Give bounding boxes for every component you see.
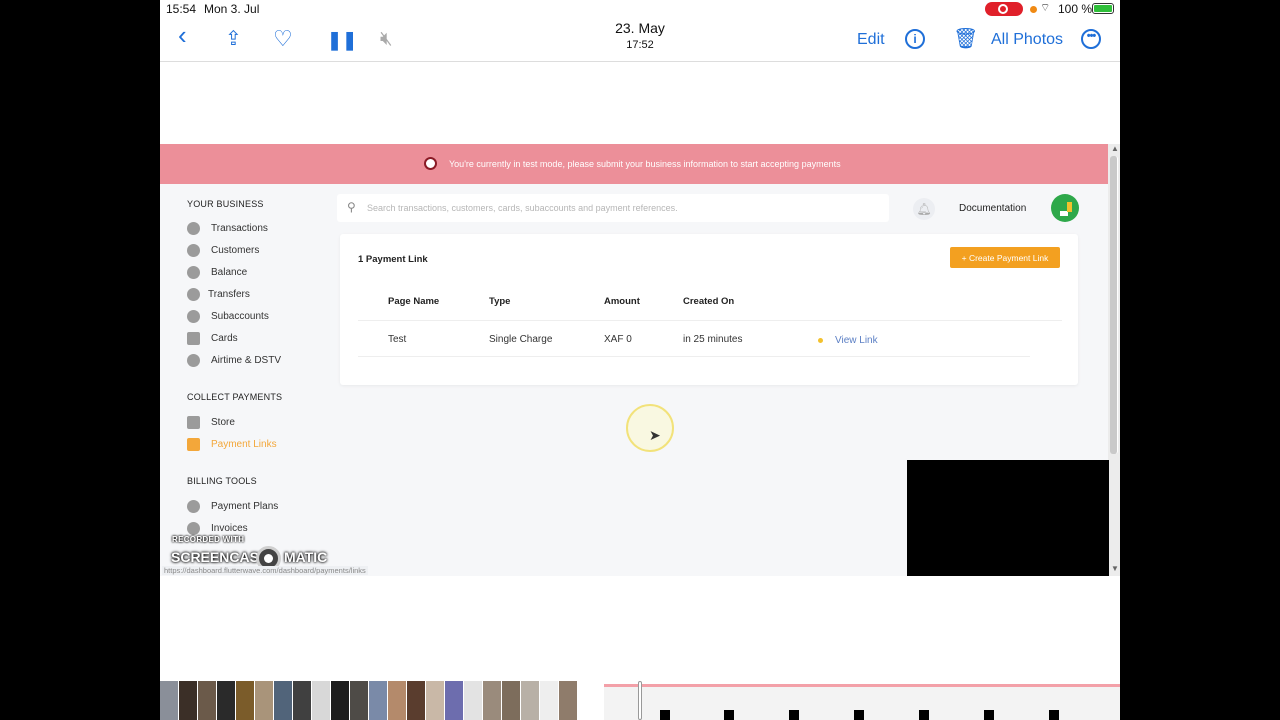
vertical-scrollbar[interactable]: ▲ ▼ bbox=[1108, 144, 1120, 576]
sidebar-item-label: Payment Links bbox=[211, 439, 277, 450]
media-date: 23. May bbox=[615, 20, 665, 36]
pause-icon[interactable]: ❚❚ bbox=[327, 29, 357, 51]
watermark-text-right: MATIC bbox=[284, 549, 328, 565]
bell-icon[interactable]: 🔔︎ bbox=[913, 198, 935, 220]
sidebar-item-label: Transfers bbox=[208, 289, 250, 300]
battery-icon bbox=[1092, 3, 1114, 14]
sidebar-item-label: Cards bbox=[211, 333, 238, 344]
watermark-text-left: SCREENCAST bbox=[171, 549, 268, 565]
record-icon bbox=[998, 4, 1008, 14]
trash-icon[interactable]: 🗑︎ bbox=[953, 28, 978, 50]
all-photos-button[interactable]: All Photos bbox=[991, 31, 1063, 49]
column-header-amount: Amount bbox=[604, 296, 640, 307]
avatar[interactable] bbox=[1051, 194, 1079, 222]
invoices-icon bbox=[187, 522, 200, 535]
section-title-your-business: YOUR BUSINESS bbox=[187, 199, 264, 209]
media-date-title: 23. May 17:52 bbox=[560, 18, 720, 51]
sidebar-item-label: Subaccounts bbox=[211, 311, 269, 322]
payment-plans-icon bbox=[187, 500, 200, 513]
photos-toolbar: ‹ ⇪ ♡ ❚❚ 🔇︎ 23. May 17:52 Edit i 🗑︎ All … bbox=[160, 18, 1120, 62]
link-status-dot bbox=[818, 338, 823, 343]
table-row-divider bbox=[358, 356, 1030, 357]
column-header-type: Type bbox=[489, 296, 511, 307]
cell-created-on: in 25 minutes bbox=[683, 334, 743, 345]
chevron-left-icon[interactable]: ‹ bbox=[178, 22, 187, 48]
scrollbar-thumb[interactable] bbox=[1110, 156, 1118, 454]
media-time: 17:52 bbox=[626, 39, 654, 51]
subaccounts-icon bbox=[187, 310, 200, 323]
alert-icon bbox=[424, 157, 437, 170]
heart-icon[interactable]: ♡ bbox=[273, 28, 293, 50]
link-url-status: https://dashboard.flutterwave.com/dashbo… bbox=[162, 566, 368, 575]
watermark-recorded-with: RECORDED WITH bbox=[172, 535, 245, 544]
search-bar: ⚲ bbox=[337, 194, 889, 222]
edit-button[interactable]: Edit bbox=[857, 31, 885, 49]
battery-percent: 100 % bbox=[1058, 2, 1093, 16]
video-frame: You're currently in test mode, please su… bbox=[160, 144, 1120, 576]
store-icon bbox=[187, 416, 200, 429]
sidebar-item-label: Customers bbox=[211, 245, 260, 256]
transfers-icon bbox=[187, 288, 200, 301]
wifi-icon: ⌔ bbox=[1040, 2, 1051, 14]
search-input[interactable] bbox=[367, 198, 877, 218]
sidebar-item-label: Invoices bbox=[211, 523, 248, 534]
status-bar: 15:54 Mon 3. Jul ⌔ 100 % bbox=[160, 0, 1120, 18]
speaker-muted-icon[interactable]: 🔇︎ bbox=[380, 28, 393, 50]
cell-page-name: Test bbox=[388, 334, 407, 345]
sidebar: YOUR BUSINESS Transactions Customers Bal… bbox=[160, 184, 335, 576]
test-mode-message: You're currently in test mode, please su… bbox=[449, 159, 841, 169]
status-time: 15:54 bbox=[166, 2, 197, 16]
create-payment-link-button[interactable]: + Create Payment Link bbox=[950, 247, 1060, 268]
sidebar-item-label: Payment Plans bbox=[211, 501, 279, 512]
view-link[interactable]: View Link bbox=[835, 335, 878, 346]
video-scrubber[interactable] bbox=[160, 681, 1120, 720]
documentation-link[interactable]: Documentation bbox=[959, 203, 1026, 214]
search-icon: ⚲ bbox=[347, 200, 356, 214]
table-header-divider bbox=[358, 320, 1062, 321]
cursor-icon: ➤ bbox=[649, 427, 661, 443]
balance-icon bbox=[187, 266, 200, 279]
screen-recording-indicator[interactable] bbox=[985, 2, 1023, 16]
share-icon[interactable]: ⇪ bbox=[225, 28, 242, 50]
transactions-icon bbox=[187, 222, 200, 235]
info-icon[interactable]: i bbox=[905, 29, 925, 49]
scroll-down-icon[interactable]: ▼ bbox=[1111, 564, 1119, 573]
payment-link-count: 1 Payment Link bbox=[358, 254, 428, 265]
mic-in-use-dot bbox=[1030, 6, 1037, 13]
status-date: Mon 3. Jul bbox=[204, 2, 260, 16]
column-header-page-name: Page Name bbox=[388, 296, 440, 307]
playhead-handle[interactable] bbox=[638, 681, 642, 720]
cell-type: Single Charge bbox=[489, 334, 553, 345]
more-icon[interactable]: ••• bbox=[1081, 29, 1101, 49]
photo-thumbnail-strip[interactable] bbox=[160, 681, 585, 720]
cell-amount: XAF 0 bbox=[604, 334, 632, 345]
customers-icon bbox=[187, 244, 200, 257]
sidebar-item-label: Store bbox=[211, 417, 235, 428]
video-frame-strip[interactable] bbox=[604, 684, 1120, 720]
column-header-created-on: Created On bbox=[683, 296, 735, 307]
sidebar-item-label: Balance bbox=[211, 267, 248, 278]
section-title-billing-tools: BILLING TOOLS bbox=[187, 476, 257, 486]
sidebar-item-label: Transactions bbox=[211, 223, 268, 234]
test-mode-banner: You're currently in test mode, please su… bbox=[160, 144, 1108, 184]
scroll-up-icon[interactable]: ▲ bbox=[1111, 144, 1119, 153]
payment-link-icon bbox=[187, 438, 200, 451]
redacted-overlay bbox=[907, 460, 1109, 576]
section-title-collect-payments: COLLECT PAYMENTS bbox=[187, 392, 283, 402]
payment-links-card: 1 Payment Link + Create Payment Link Pag… bbox=[340, 234, 1078, 385]
card-icon bbox=[187, 332, 200, 345]
sidebar-item-label: Airtime & DSTV bbox=[211, 355, 282, 366]
airtime-icon bbox=[187, 354, 200, 367]
ipad-screen: 15:54 Mon 3. Jul ⌔ 100 % ‹ ⇪ ♡ ❚❚ 🔇︎ 23.… bbox=[160, 0, 1120, 720]
